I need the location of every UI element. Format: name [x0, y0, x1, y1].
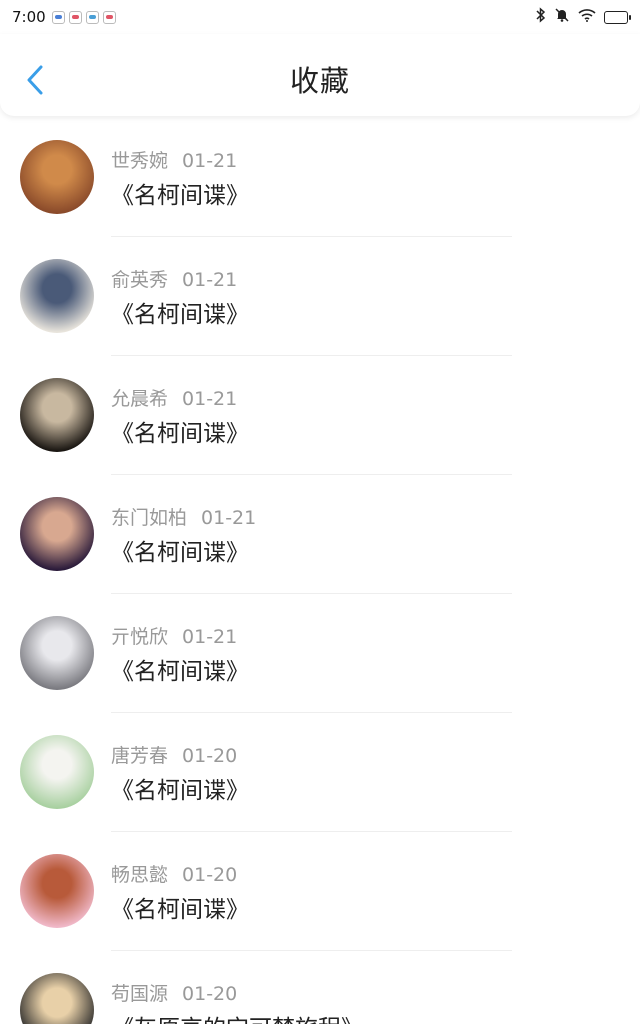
item-date: 01-20 — [182, 745, 238, 767]
avatar[interactable] — [20, 378, 94, 452]
list-item[interactable]: 东门如柏 01-21 《名柯间谍》 — [0, 475, 640, 594]
item-date: 01-21 — [182, 388, 238, 410]
item-meta: 俞英秀 01-21 — [111, 265, 237, 292]
list-item[interactable]: 唐芳春 01-20 《名柯间谍》 — [0, 713, 640, 832]
system-status-icons — [536, 7, 631, 27]
avatar[interactable] — [20, 616, 94, 690]
status-time: 7:00 — [12, 8, 46, 26]
mute-icon — [554, 7, 570, 27]
avatar[interactable] — [20, 854, 94, 928]
item-meta: 世秀婉 01-21 — [111, 146, 237, 173]
item-title[interactable]: 《名柯间谍》 — [111, 890, 249, 924]
list-item[interactable]: 亓悦欣 01-21 《名柯间谍》 — [0, 594, 640, 713]
item-title[interactable]: 《名柯间谍》 — [111, 652, 249, 686]
item-date: 01-20 — [182, 864, 238, 886]
wifi-icon — [578, 8, 596, 26]
app-notification-icon — [51, 10, 65, 24]
list-item[interactable]: 允晨希 01-21 《名柯间谍》 — [0, 356, 640, 475]
author-name: 唐芳春 — [111, 745, 169, 767]
list-item[interactable]: 世秀婉 01-21 《名柯间谍》 — [0, 118, 640, 237]
item-date: 01-21 — [182, 150, 238, 172]
author-name: 俞英秀 — [111, 269, 169, 291]
item-title[interactable]: 《名柯间谍》 — [111, 414, 249, 448]
avatar[interactable] — [20, 973, 94, 1024]
list-item[interactable]: 苟国源 01-20 《灰原哀的宝可梦旅程》 — [0, 951, 640, 1024]
status-bar: 7:00 — [0, 0, 640, 34]
author-name: 亓悦欣 — [111, 626, 169, 648]
item-title[interactable]: 《名柯间谍》 — [111, 176, 249, 210]
item-date: 01-20 — [182, 983, 238, 1005]
list-item[interactable]: 畅思懿 01-20 《名柯间谍》 — [0, 832, 640, 951]
app-notification-icon — [85, 10, 99, 24]
avatar[interactable] — [20, 259, 94, 333]
item-meta: 亓悦欣 01-21 — [111, 622, 237, 649]
author-name: 苟国源 — [111, 983, 169, 1005]
item-title[interactable]: 《名柯间谍》 — [111, 295, 249, 329]
header: 收藏 — [0, 34, 640, 116]
author-name: 允晨希 — [111, 388, 169, 410]
item-title[interactable]: 《名柯间谍》 — [111, 771, 249, 805]
app-notification-icon — [102, 10, 116, 24]
item-meta: 允晨希 01-21 — [111, 384, 237, 411]
item-date: 01-21 — [201, 507, 257, 529]
author-name: 畅思懿 — [111, 864, 169, 886]
item-title[interactable]: 《名柯间谍》 — [111, 533, 249, 567]
author-name: 世秀婉 — [111, 150, 169, 172]
bluetooth-icon — [536, 7, 546, 27]
app-notification-icon — [68, 10, 82, 24]
avatar[interactable] — [20, 735, 94, 809]
avatar[interactable] — [20, 140, 94, 214]
item-meta: 东门如柏 01-21 — [111, 503, 256, 530]
page-title: 收藏 — [289, 64, 350, 98]
item-meta: 苟国源 01-20 — [111, 979, 237, 1006]
avatar[interactable] — [20, 497, 94, 571]
battery-icon — [604, 10, 631, 24]
item-date: 01-21 — [182, 626, 238, 648]
notification-icons — [51, 10, 116, 24]
item-meta: 唐芳春 01-20 — [111, 741, 237, 768]
item-meta: 畅思懿 01-20 — [111, 860, 237, 887]
item-title[interactable]: 《灰原哀的宝可梦旅程》 — [111, 1009, 364, 1024]
item-date: 01-21 — [182, 269, 238, 291]
favorites-list: 世秀婉 01-21 《名柯间谍》 俞英秀 01-21 《名柯间谍》 允晨希 01-21 《名柯间… — [0, 118, 640, 1024]
author-name: 东门如柏 — [111, 507, 188, 529]
list-item[interactable]: 俞英秀 01-21 《名柯间谍》 — [0, 237, 640, 356]
